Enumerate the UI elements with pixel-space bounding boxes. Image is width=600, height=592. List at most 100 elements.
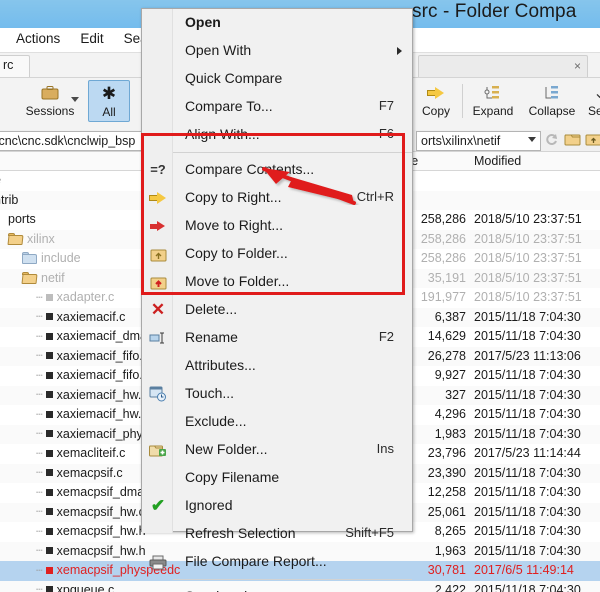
file-name-label: xemacpsif_hw.h bbox=[56, 524, 146, 538]
context-menu-item-move-to-folder[interactable]: Move to Folder... bbox=[142, 268, 412, 296]
file-row-name: ┄ xaxiemacif_fifo.h bbox=[36, 368, 150, 382]
context-menu-item-exclude[interactable]: Exclude... bbox=[142, 408, 412, 436]
context-menu-item-icon bbox=[146, 548, 170, 576]
file-name-label: ports bbox=[8, 212, 36, 226]
left-path-input[interactable]: \cnc\cnc.sdk\cnclwip_bsp bbox=[0, 131, 142, 151]
file-marker-icon bbox=[45, 332, 53, 340]
toolbar-button-collapse[interactable]: Collapse bbox=[522, 80, 582, 122]
context-menu-item-label: Open With bbox=[185, 42, 252, 58]
file-modified-cell: 2015/11/18 7:04:30 bbox=[474, 485, 581, 499]
context-menu-item-refresh-selection[interactable]: Refresh Selection Shift+F5 bbox=[142, 520, 412, 548]
menu-item-edit[interactable]: Edit bbox=[77, 30, 106, 47]
context-menu-item-icon bbox=[146, 583, 170, 592]
context-menu-item-label: Touch... bbox=[185, 385, 235, 401]
toolbar-button-copy[interactable]: Copy bbox=[412, 80, 460, 122]
file-name-label: xpqueue.c bbox=[56, 582, 115, 592]
context-menu-item-new-folder[interactable]: New Folder... Ins bbox=[142, 436, 412, 464]
file-modified-cell: 2018/5/10 23:37:51 bbox=[474, 212, 582, 226]
file-row-name: netif bbox=[21, 270, 65, 285]
context-menu[interactable]: Open Open With Quick Compare Compare To... F… bbox=[141, 8, 413, 592]
toolbar-button-expand[interactable]: Expand bbox=[466, 80, 520, 122]
file-modified-cell: 2017/5/23 11:13:06 bbox=[474, 348, 581, 363]
yellow-right-arrow-icon bbox=[149, 192, 167, 204]
file-name-label: xemacpsif_hw.h bbox=[56, 543, 146, 558]
right-path-value: orts\xilinx\netif bbox=[421, 134, 501, 148]
context-menu-item-shortcut: F7 bbox=[378, 98, 394, 113]
file-name-label: netif bbox=[41, 270, 65, 285]
context-menu-item-shortcut: Ctrl+R bbox=[356, 189, 394, 204]
file-marker-icon bbox=[45, 430, 53, 437]
context-menu-item-synchronize[interactable]: Synchronize bbox=[142, 583, 412, 592]
context-menu-item-delete[interactable]: ✕ Delete... bbox=[142, 296, 412, 324]
file-row-name: include bbox=[22, 251, 81, 265]
file-name-label: xemacpsif_hw.c bbox=[56, 504, 145, 519]
context-menu-item-icon bbox=[146, 520, 170, 548]
file-row-name: ┄ xaxiemacif.c bbox=[36, 310, 125, 324]
context-menu-item-attributes[interactable]: Attributes... bbox=[142, 352, 412, 380]
column-header-modified[interactable]: Modified bbox=[474, 154, 521, 168]
file-row-name: xilinx bbox=[7, 232, 55, 246]
context-menu-item-icon bbox=[146, 121, 170, 149]
tree-line-icon: ┄ bbox=[36, 545, 43, 557]
file-marker-icon bbox=[45, 371, 53, 379]
printer-icon bbox=[149, 555, 167, 569]
toolbar-button-all[interactable]: ✱ All bbox=[88, 80, 130, 122]
context-menu-item-shortcut: Ins bbox=[376, 441, 394, 456]
context-menu-item-label: Rename bbox=[185, 329, 238, 345]
tab-src[interactable]: rc bbox=[0, 55, 30, 77]
context-menu-item-copy-to-folder[interactable]: Copy to Folder... bbox=[142, 240, 412, 268]
file-modified-cell: 2015/11/18 7:04:30 bbox=[474, 407, 581, 421]
context-menu-item-open-with[interactable]: Open With bbox=[142, 37, 412, 65]
context-menu-item-shortcut: F6 bbox=[378, 126, 394, 141]
file-row-name: ┄ xaxiemacif_hw.h bbox=[36, 407, 148, 421]
file-row-name: ntrib bbox=[0, 193, 18, 207]
red-x-icon: ✕ bbox=[150, 300, 166, 319]
folder-compare-window: src - Folder Compa onActionsEditSearc rc… bbox=[0, 0, 600, 592]
file-row-name: ┄ xaxiemacif_fifo.c bbox=[36, 349, 149, 363]
context-menu-item-shortcut: F2 bbox=[378, 329, 394, 344]
tree-line-icon: ┄ bbox=[36, 389, 43, 401]
context-menu-item-icon bbox=[146, 436, 170, 464]
open-folder-icon[interactable] bbox=[564, 132, 581, 152]
context-menu-item-compare-contents[interactable]: =? Compare Contents... bbox=[142, 156, 412, 184]
up-folder-icon[interactable] bbox=[585, 132, 600, 152]
toolbar-button-select[interactable]: ⌄ Sele bbox=[580, 80, 600, 122]
file-marker-icon bbox=[45, 449, 53, 457]
folder-icon bbox=[21, 271, 38, 284]
context-menu-item-label: Move to Right... bbox=[185, 217, 284, 233]
tree-line-icon: ┄ bbox=[36, 525, 43, 538]
tab-right-panel[interactable]: × bbox=[418, 55, 588, 77]
file-name-label: xemacliteif.c bbox=[56, 446, 126, 460]
file-name-label: xaxiemacif_hw.c bbox=[56, 387, 148, 402]
refresh-icon[interactable] bbox=[545, 132, 560, 152]
file-row-name: ┄ xaxiemacif_hw.c bbox=[36, 388, 148, 402]
touch-clock-icon bbox=[149, 386, 166, 402]
right-path-input[interactable]: orts\xilinx\netif bbox=[416, 131, 541, 151]
context-menu-item-open[interactable]: Open bbox=[142, 9, 412, 37]
briefcase-icon bbox=[41, 83, 59, 103]
tree-line-icon: ┄ bbox=[36, 408, 43, 421]
context-menu-item-move-to-right[interactable]: Move to Right... bbox=[142, 212, 412, 240]
menu-item-actions[interactable]: Actions bbox=[13, 30, 63, 47]
context-menu-item-quick-compare[interactable]: Quick Compare bbox=[142, 65, 412, 93]
context-menu-item-copy-filename[interactable]: Copy Filename bbox=[142, 464, 412, 492]
context-menu-item-icon bbox=[146, 212, 170, 240]
context-menu-item-touch[interactable]: Touch... bbox=[142, 380, 412, 408]
chevron-down-icon bbox=[71, 97, 79, 102]
file-marker-icon bbox=[45, 352, 53, 359]
chevron-down-icon[interactable] bbox=[528, 137, 536, 142]
tree-line-icon: ┄ bbox=[36, 564, 43, 577]
close-icon[interactable]: × bbox=[574, 58, 581, 74]
context-menu-item-rename[interactable]: Rename F2 bbox=[142, 324, 412, 352]
file-modified-cell: 2015/11/18 7:04:30 bbox=[474, 329, 581, 343]
toolbar-button-label: All bbox=[102, 105, 116, 119]
file-marker-icon bbox=[45, 586, 53, 592]
context-menu-item-align-with[interactable]: Align With... F6 bbox=[142, 121, 412, 149]
context-menu-item-copy-to-right[interactable]: Copy to Right... Ctrl+R bbox=[142, 184, 412, 212]
sessions-dropdown-button[interactable] bbox=[68, 94, 82, 108]
tree-line-icon: ┄ bbox=[36, 428, 43, 440]
context-menu-item-ignored[interactable]: ✔ Ignored bbox=[142, 492, 412, 520]
context-menu-item-compare-to[interactable]: Compare To... F7 bbox=[142, 93, 412, 121]
context-menu-item-label: Delete... bbox=[185, 301, 238, 317]
context-menu-item-file-compare-report[interactable]: File Compare Report... bbox=[142, 548, 412, 576]
